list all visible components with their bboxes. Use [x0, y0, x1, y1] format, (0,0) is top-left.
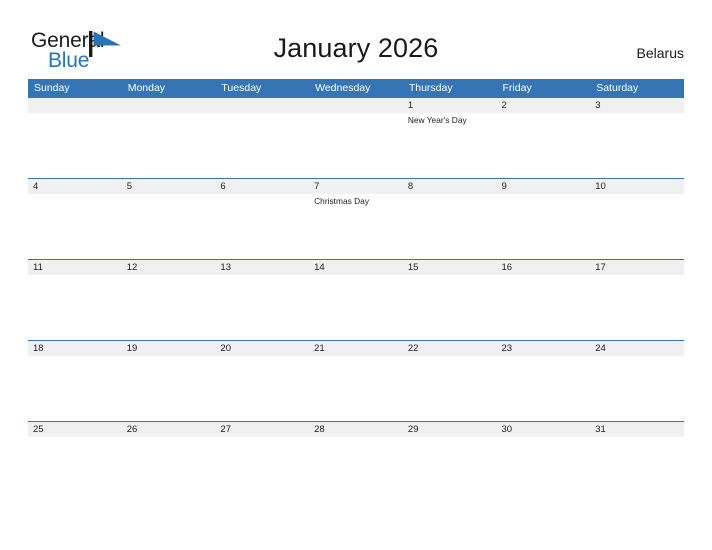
day-cell[interactable]: 15 — [403, 260, 497, 340]
page-title: January 2026 — [273, 33, 439, 63]
weekday-header-monday: Monday — [127, 82, 166, 94]
day-cell[interactable]: 11 — [28, 260, 122, 340]
day-cell[interactable]: 16 — [497, 260, 591, 340]
day-cell[interactable]: 19 — [122, 341, 216, 421]
day-number: 13 — [220, 262, 231, 273]
day-number: 15 — [407, 262, 419, 273]
day-number: 10 — [595, 181, 606, 192]
weekday-header-wednesday: Wednesday — [315, 82, 371, 94]
day-cell[interactable] — [28, 98, 122, 178]
day-number: 12 — [126, 262, 138, 273]
day-cell[interactable]: 23 — [497, 341, 591, 421]
day-number: 4 — [33, 181, 39, 192]
day-cell[interactable]: 3 — [590, 98, 684, 178]
day-cell[interactable]: 22 — [403, 341, 497, 421]
day-number: 27 — [220, 424, 231, 435]
day-cell[interactable]: 17 — [590, 260, 684, 340]
calendar-grid: Sunday Monday Tuesday Wednesday Thursday… — [28, 79, 684, 502]
day-cell[interactable] — [215, 98, 309, 178]
day-number: 26 — [126, 424, 138, 435]
calendar-page: General Blue January 2026 Belarus Sunday… — [0, 0, 712, 550]
day-number: 17 — [595, 262, 606, 273]
day-cell[interactable]: 20 — [215, 341, 309, 421]
day-cell[interactable]: 8 — [403, 179, 497, 259]
day-cell[interactable] — [309, 98, 403, 178]
day-number: 16 — [501, 262, 513, 273]
day-number: 5 — [126, 181, 132, 192]
day-event: Christmas Day — [314, 196, 370, 206]
day-cell[interactable]: 25 — [28, 422, 122, 502]
day-cell[interactable]: 13 — [215, 260, 309, 340]
day-cell[interactable] — [122, 98, 216, 178]
day-number: 22 — [407, 343, 419, 354]
day-cell[interactable]: 31 — [590, 422, 684, 502]
calendar-week-row: 4 5 6 7 Christmas Day 8 9 10 — [28, 178, 684, 259]
calendar-week-row: 1 New Year's Day 2 3 — [28, 97, 684, 178]
day-cell[interactable]: 24 — [590, 341, 684, 421]
day-number: 8 — [407, 181, 414, 192]
calendar-week-row: 11 12 13 14 15 16 17 — [28, 259, 684, 340]
weekday-header-sunday: Sunday — [34, 82, 70, 94]
day-number: 29 — [407, 424, 419, 435]
day-cell[interactable]: 29 — [403, 422, 497, 502]
country-label: Belarus — [636, 45, 684, 61]
day-number: 14 — [314, 262, 325, 273]
weekday-header-friday: Friday — [502, 82, 532, 94]
day-number: 19 — [126, 343, 138, 354]
day-cell[interactable]: 21 — [309, 341, 403, 421]
weekday-header-tuesday: Tuesday — [221, 82, 262, 94]
day-number: 24 — [595, 343, 606, 354]
day-cell[interactable]: 4 — [28, 179, 122, 259]
day-cell[interactable]: 10 — [590, 179, 684, 259]
day-cell[interactable]: 14 — [309, 260, 403, 340]
weekday-header-row: Sunday Monday Tuesday Wednesday Thursday… — [28, 79, 684, 97]
day-cell[interactable]: 5 — [122, 179, 216, 259]
day-cell[interactable]: 26 — [122, 422, 216, 502]
day-number: 30 — [501, 424, 513, 435]
calendar-week-row: 25 26 27 28 29 30 31 — [28, 421, 684, 502]
day-cell[interactable]: 6 — [215, 179, 309, 259]
day-number: 2 — [501, 100, 507, 111]
day-number: 21 — [314, 343, 325, 354]
day-cell[interactable]: 9 — [497, 179, 591, 259]
day-number: 25 — [33, 424, 44, 435]
day-cell[interactable]: 30 — [497, 422, 591, 502]
day-number: 31 — [595, 424, 606, 435]
day-cell[interactable]: 12 — [122, 260, 216, 340]
day-number: 23 — [501, 343, 513, 354]
calendar-week-row: 18 19 20 21 22 23 24 — [28, 340, 684, 421]
day-cell[interactable]: 1 New Year's Day — [403, 98, 497, 178]
day-number: 11 — [33, 262, 43, 273]
day-number: 3 — [595, 100, 601, 111]
weekday-header-saturday: Saturday — [596, 82, 639, 94]
page-header: General Blue January 2026 Belarus — [0, 0, 712, 79]
day-cell[interactable]: 2 — [497, 98, 591, 178]
weekday-header-thursday: Thursday — [408, 82, 453, 94]
day-number: 20 — [220, 343, 231, 354]
day-number: 28 — [314, 424, 325, 435]
day-number: 1 — [407, 100, 414, 111]
day-number: 18 — [33, 343, 44, 354]
day-event: New Year's Day — [407, 115, 467, 125]
day-number: 6 — [220, 181, 226, 192]
day-number: 9 — [501, 181, 507, 192]
day-cell[interactable]: 27 — [215, 422, 309, 502]
day-number: 7 — [314, 181, 320, 192]
day-cell[interactable]: 7 Christmas Day — [309, 179, 403, 259]
day-cell[interactable]: 28 — [309, 422, 403, 502]
day-cell[interactable]: 18 — [28, 341, 122, 421]
